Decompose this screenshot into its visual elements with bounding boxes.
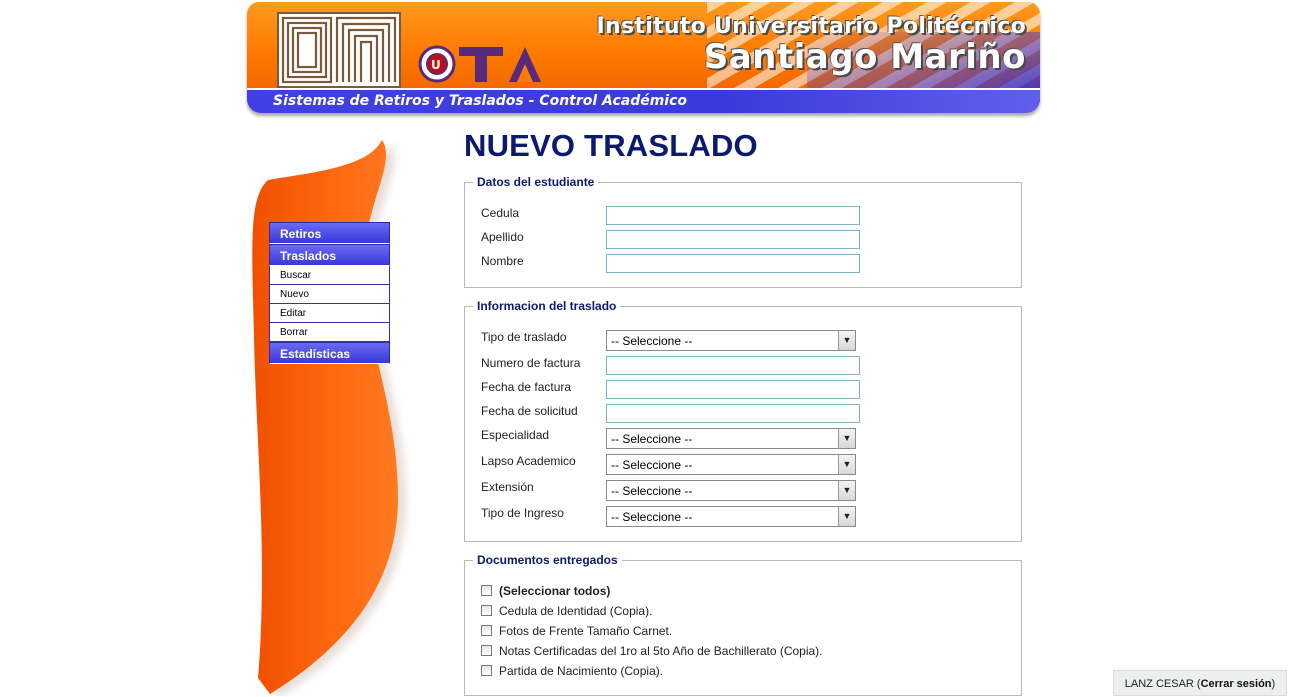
tipo-traslado-select[interactable]: -- Seleccione -- ▼ xyxy=(606,330,856,351)
system-subtitle: Sistemas de Retiros y Traslados - Contro… xyxy=(273,93,688,109)
cedula-label: Cedula xyxy=(481,206,520,220)
documents-legend: Documentos entregados xyxy=(473,553,622,567)
especialidad-value: -- Seleccione -- xyxy=(611,432,693,446)
numero-factura-input[interactable] xyxy=(606,356,860,375)
apellido-input[interactable] xyxy=(606,230,860,249)
select-all-checkbox[interactable] xyxy=(481,585,492,596)
ota-logo: U xyxy=(418,45,541,83)
extension-select[interactable]: -- Seleccione -- ▼ xyxy=(606,480,856,501)
lapso-value: -- Seleccione -- xyxy=(611,458,693,472)
chevron-down-icon[interactable]: ▼ xyxy=(838,429,855,448)
user-session-box: LANZ CESAR (Cerrar sesión) xyxy=(1113,670,1287,696)
fecha-factura-input[interactable] xyxy=(606,380,860,399)
cedula-input[interactable] xyxy=(606,206,860,225)
tipo-traslado-label: Tipo de traslado xyxy=(481,330,567,344)
document-label: Notas Certificadas del 1ro al 5to Año de… xyxy=(499,644,823,658)
chevron-down-icon[interactable]: ▼ xyxy=(838,507,855,526)
menu-estadisticas[interactable]: Estadísticas xyxy=(269,342,390,364)
menu-retiros[interactable]: Retiros xyxy=(269,222,390,244)
menu-item-editar[interactable]: Editar xyxy=(269,304,390,323)
chevron-down-icon[interactable]: ▼ xyxy=(838,331,855,350)
side-menu: Retiros Traslados Buscar Nuevo Editar Bo… xyxy=(269,222,390,364)
fecha-factura-label: Fecha de factura xyxy=(481,380,572,394)
numero-factura-label: Numero de factura xyxy=(481,356,581,370)
student-legend: Datos del estudiante xyxy=(473,175,599,189)
transfer-legend: Informacion del traslado xyxy=(473,299,621,313)
transfer-fieldset: Informacion del traslado Tipo de traslad… xyxy=(464,299,1022,542)
lapso-select[interactable]: -- Seleccione -- ▼ xyxy=(606,454,856,475)
document-label: Cedula de Identidad (Copia). xyxy=(499,604,653,618)
fecha-solicitud-label: Fecha de solicitud xyxy=(481,404,578,418)
user-name: LANZ CESAR xyxy=(1124,678,1194,690)
apellido-label: Apellido xyxy=(481,230,524,244)
document-checkbox[interactable] xyxy=(481,605,492,616)
menu-traslados[interactable]: Traslados xyxy=(269,244,390,266)
document-checkbox[interactable] xyxy=(481,665,492,676)
banner-subtitle-bar: Sistemas de Retiros y Traslados - Contro… xyxy=(247,88,1040,113)
document-label: Partida de Nacimiento (Copia). xyxy=(499,664,664,678)
tipo-traslado-value: -- Seleccione -- xyxy=(611,334,693,348)
svg-text:U: U xyxy=(431,58,441,72)
institute-name-line2: Santiago Mariño xyxy=(703,37,1026,77)
header-banner: U Instituto Universitario Politécnico Sa… xyxy=(247,2,1040,113)
documents-fieldset: Documentos entregados (Seleccionar todos… xyxy=(464,553,1022,696)
document-checkbox[interactable] xyxy=(481,625,492,636)
tipo-ingreso-label: Tipo de Ingreso xyxy=(481,506,564,520)
menu-item-buscar[interactable]: Buscar xyxy=(269,266,390,285)
chevron-down-icon[interactable]: ▼ xyxy=(838,481,855,500)
menu-item-borrar[interactable]: Borrar xyxy=(269,323,390,342)
extension-label: Extensión xyxy=(481,480,534,494)
institute-name-line1: Instituto Universitario Politécnico xyxy=(596,14,1026,39)
tipo-ingreso-select[interactable]: -- Seleccione -- ▼ xyxy=(606,506,856,527)
document-checkbox[interactable] xyxy=(481,645,492,656)
nombre-label: Nombre xyxy=(481,254,524,268)
document-label: Fotos de Frente Tamaño Carnet. xyxy=(499,624,673,638)
institute-logo xyxy=(277,12,401,88)
especialidad-select[interactable]: -- Seleccione -- ▼ xyxy=(606,428,856,449)
logout-link[interactable]: Cerrar sesión xyxy=(1201,678,1272,690)
chevron-down-icon[interactable]: ▼ xyxy=(838,455,855,474)
menu-item-nuevo[interactable]: Nuevo xyxy=(269,285,390,304)
extension-value: -- Seleccione -- xyxy=(611,484,693,498)
institute-title: Instituto Universitario Politécnico Sant… xyxy=(597,14,1026,77)
student-fieldset: Datos del estudiante Cedula Apellido Nom… xyxy=(464,175,1022,288)
fecha-solicitud-input[interactable] xyxy=(606,404,860,423)
select-all-label: (Seleccionar todos) xyxy=(499,584,611,598)
tipo-ingreso-value: -- Seleccione -- xyxy=(611,510,693,524)
nombre-input[interactable] xyxy=(606,254,860,273)
especialidad-label: Especialidad xyxy=(481,428,550,442)
lapso-label: Lapso Academico xyxy=(481,454,576,468)
page-title: NUEVO TRASLADO xyxy=(464,128,758,163)
